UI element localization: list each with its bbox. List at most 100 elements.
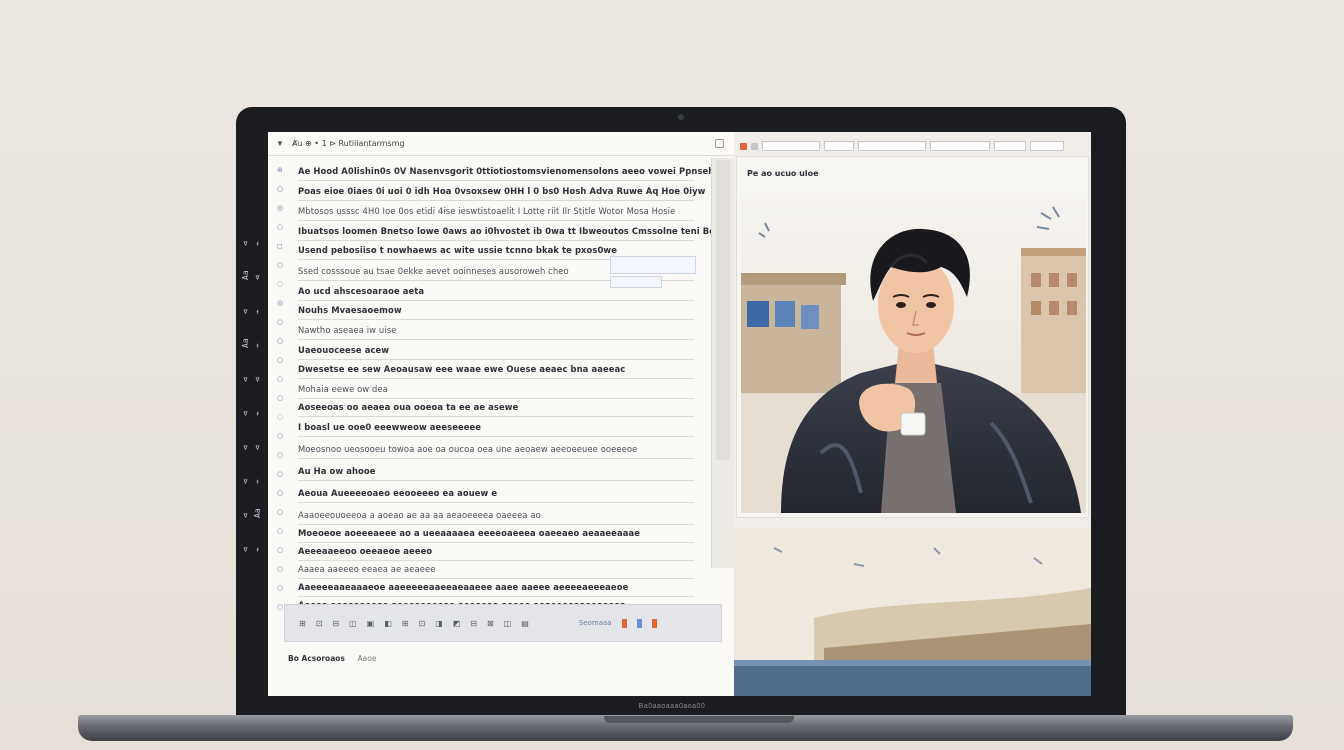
- document-line[interactable]: Ibuatsos loomen Bnetso lowe 0aws ao i0hv…: [298, 226, 746, 236]
- toolbar-button-icon[interactable]: ◨: [435, 619, 443, 628]
- line-divider: [298, 359, 694, 360]
- toolbar-flag-icon[interactable]: [636, 618, 642, 628]
- document-line[interactable]: Nouhs Mvaesaoemow: [298, 305, 402, 315]
- photo-frame: Pe ao ucuo uloe: [736, 156, 1089, 518]
- viewer-field[interactable]: [1030, 141, 1064, 151]
- document-line[interactable]: Aaaea aaeeeo eeaea ae aeaeee: [298, 564, 435, 574]
- line-divider: [298, 542, 694, 543]
- document-line[interactable]: Au Ha ow ahooe: [298, 466, 376, 476]
- toolbar-flag-icon[interactable]: [621, 618, 627, 628]
- document-window: ▼ Ⱥu ⊕ • 1 ⊳ Rutiiiantarmsmg ⊛ ○ ◎ ○ ◻ ○ ◌ ◎ ○ ○ ○…: [268, 132, 746, 696]
- bezel-glyph: ⊲ ⌁: [241, 411, 262, 416]
- toolbar-button-icon[interactable]: ▤: [521, 619, 529, 628]
- toolbar-button-icon[interactable]: ⊟: [332, 619, 339, 628]
- toolbar-button-icon[interactable]: ⊞: [402, 619, 409, 628]
- gutter-marker-icon: ◻: [277, 242, 283, 250]
- line-divider: [298, 596, 694, 597]
- toolbar-button-icon[interactable]: ◩: [453, 619, 461, 628]
- toolbar-button-icon[interactable]: ▣: [367, 619, 375, 628]
- gutter-marker-icon: ◌: [277, 280, 284, 288]
- line-divider: [298, 319, 694, 320]
- bezel-glyph: Aa ⌁: [241, 338, 262, 348]
- document-line[interactable]: Ae Hood A0lishin0s 0V Nasenvsgorit 0ttio…: [298, 166, 727, 176]
- gutter-marker-icon: ○: [277, 185, 284, 193]
- toolbar-button-icon[interactable]: ⊟: [470, 619, 477, 628]
- gutter-marker-icon: ○: [277, 508, 284, 516]
- webcam: [678, 114, 684, 120]
- viewer-field[interactable]: [930, 141, 990, 151]
- gutter-marker-icon: ◌: [277, 413, 284, 421]
- viewer-field[interactable]: [994, 141, 1026, 151]
- gutter-marker-icon: ○: [277, 318, 284, 326]
- toolbar-flag-icon[interactable]: [651, 618, 657, 628]
- bezel-glyph: ⊲ Aa: [241, 508, 262, 518]
- gutter-marker-icon: ⊛: [277, 166, 283, 174]
- gutter-marker-icon: ○: [277, 375, 284, 383]
- portrait-photo[interactable]: [741, 193, 1086, 513]
- landscape-background: [734, 528, 1091, 696]
- gutter-marker-icon: ○: [277, 565, 284, 573]
- document-line[interactable]: Mohaia eewe ow dea: [298, 384, 388, 394]
- gutter-marker-icon: ○: [277, 546, 284, 554]
- document-line[interactable]: Ssed cosssoue au tsae 0ekke aevet ooinne…: [298, 266, 569, 276]
- bezel-glyph: ⊲ ⊲: [241, 377, 262, 382]
- toolbar-button-icon[interactable]: ◫: [349, 619, 357, 628]
- toolbar-button-icon[interactable]: ◧: [384, 619, 392, 628]
- bezel-glyph: ⊲ ⌁: [241, 479, 262, 484]
- document-line[interactable]: Aoseeoas oo aeaea oua ooeoa ta ee ae ase…: [298, 402, 518, 412]
- document-line[interactable]: Dwesetse ee sew Aeoausaw eee waae ewe Ou…: [298, 364, 625, 374]
- close-icon[interactable]: [715, 139, 724, 148]
- minimize-window-button[interactable]: [751, 142, 758, 150]
- toolbar-button-icon[interactable]: ⊡: [316, 619, 323, 628]
- gutter-marker-icon: ○: [277, 489, 284, 497]
- toolbar-button-icon[interactable]: ⊞: [299, 619, 306, 628]
- photo-caption: Pe ao ucuo uloe: [747, 169, 819, 178]
- document-line[interactable]: Uaeouoceese acew: [298, 345, 389, 355]
- status-bar: Bo Acsoroaos Aaoe: [288, 654, 376, 663]
- document-line[interactable]: Nawtho aseaea iw uise: [298, 325, 396, 335]
- trackpad-notch: [604, 716, 794, 723]
- document-line[interactable]: Aaeeeeaaeaaaeoe aaeeeeeaaeeaeaaeee aaee …: [298, 582, 628, 592]
- document-line[interactable]: Aeoua Aueeeeoaeo eeooeeeo ea aouew e: [298, 488, 497, 498]
- document-line[interactable]: Poas eioe 0iaes 0i uoi 0 idh Hoa 0vsoxse…: [298, 186, 705, 196]
- laptop-screen: ▼ Ⱥu ⊕ • 1 ⊳ Rutiiiantarmsmg ⊛ ○ ◎ ○ ◻ ○ ◌ ◎ ○ ○ ○…: [268, 132, 1091, 696]
- toolbar-button-icon[interactable]: ⊠: [487, 619, 494, 628]
- document-titlebar: ▼ Ⱥu ⊕ • 1 ⊳ Rutiiiantarmsmg: [268, 132, 734, 156]
- bezel-glyph: ⊲ ⌁: [241, 547, 262, 552]
- toolbar-button-icon[interactable]: ⊡: [419, 619, 426, 628]
- line-divider: [298, 458, 694, 459]
- bezel-glyph-strip: ⊲ ⌁ Aa ⊲ ⊲ ⌁ Aa ⌁ ⊲ ⊲ ⊲ ⌁ ⊲ ⊲ ⊲ ⌁ ⊲ Aa ⊲ ⌁: [241, 228, 262, 598]
- gutter-marker-icon: ◎: [277, 204, 284, 212]
- menu-icon[interactable]: ▼: [276, 139, 284, 148]
- line-divider: [298, 502, 694, 503]
- document-line[interactable]: Aeeeaaeeoo oeeaeoe aeeeo: [298, 546, 432, 556]
- line-divider: [298, 180, 694, 181]
- document-line[interactable]: Usend pebosiiso t nowhaews ac wite ussie…: [298, 245, 617, 255]
- document-line[interactable]: Moeoeoe aoeeeaeee ao a ueeaaaaea eeeeoae…: [298, 528, 640, 538]
- line-divider: [298, 416, 694, 417]
- viewer-address-field[interactable]: [762, 141, 820, 151]
- bezel-glyph: Aa ⊲: [241, 270, 262, 280]
- document-line[interactable]: I boasl ue ooe0 eeewweow aeeseeeee: [298, 422, 481, 432]
- gutter-marker-icon: ○: [277, 337, 284, 345]
- viewer-field[interactable]: [858, 141, 926, 151]
- document-line[interactable]: Aaaoeeouoeeoa a aoeao ae aa aa aeaoeeeea…: [298, 510, 541, 520]
- scrollbar-thumb[interactable]: [716, 160, 730, 460]
- vertical-scrollbar[interactable]: [711, 158, 734, 568]
- line-gutter: ⊛ ○ ◎ ○ ◻ ○ ◌ ◎ ○ ○ ○ ○ ○ ◌ ○ ○ ○ ○ ○ ○ ○ ○ ○ ○: [268, 158, 294, 618]
- gutter-marker-icon: ○: [277, 451, 284, 459]
- gutter-marker-icon: ○: [277, 603, 284, 611]
- viewer-field[interactable]: [824, 141, 854, 151]
- close-window-button[interactable]: [740, 142, 747, 150]
- image-viewer-window: Pe ao ucuo uloe: [734, 132, 1091, 696]
- document-line[interactable]: Mbtosos usssc 4H0 Ioe 0os etidi 4ise ies…: [298, 206, 675, 216]
- inline-field[interactable]: [610, 276, 662, 288]
- line-divider: [298, 398, 694, 399]
- document-line[interactable]: Moeosnoo ueosooeu towoa aoe oa oucoa oea…: [298, 444, 637, 454]
- gutter-marker-icon: ◎: [277, 299, 284, 307]
- document-line[interactable]: Ao ucd ahscesoaraoe aeta: [298, 286, 424, 296]
- status-main: Bo Acsoroaos: [288, 654, 345, 663]
- line-divider: [298, 480, 694, 481]
- inline-field[interactable]: [610, 256, 696, 274]
- toolbar-button-icon[interactable]: ◫: [504, 619, 512, 628]
